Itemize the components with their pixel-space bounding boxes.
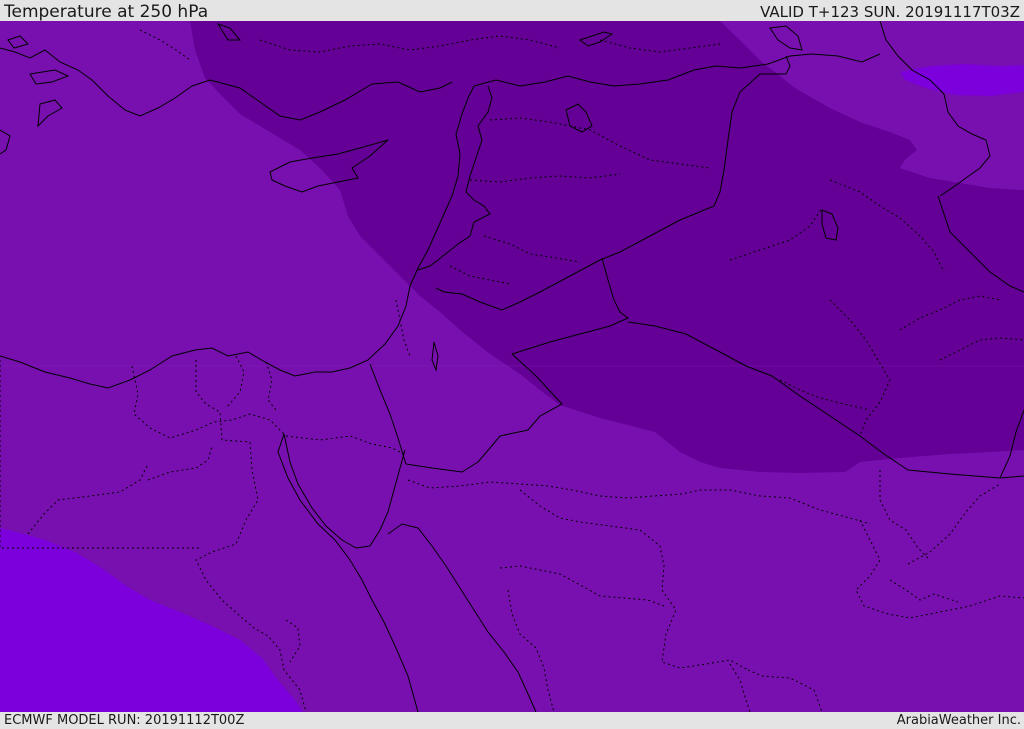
header-bar: Temperature at 250 hPa VALID T+123 SUN. … xyxy=(0,0,1024,21)
map-title: Temperature at 250 hPa xyxy=(4,2,209,22)
map-canvas[interactable] xyxy=(0,21,1024,712)
map-panel[interactable] xyxy=(0,21,1024,712)
credit-label: ArabiaWeather Inc. xyxy=(896,713,1021,728)
footer-bar: ECMWF MODEL RUN: 20191112T00Z ArabiaWeat… xyxy=(0,712,1024,729)
valid-time-label: VALID T+123 SUN. 20191117T03Z xyxy=(760,3,1020,21)
model-run-label: ECMWF MODEL RUN: 20191112T00Z xyxy=(4,713,245,728)
weather-map-frame: Temperature at 250 hPa VALID T+123 SUN. … xyxy=(0,0,1024,729)
